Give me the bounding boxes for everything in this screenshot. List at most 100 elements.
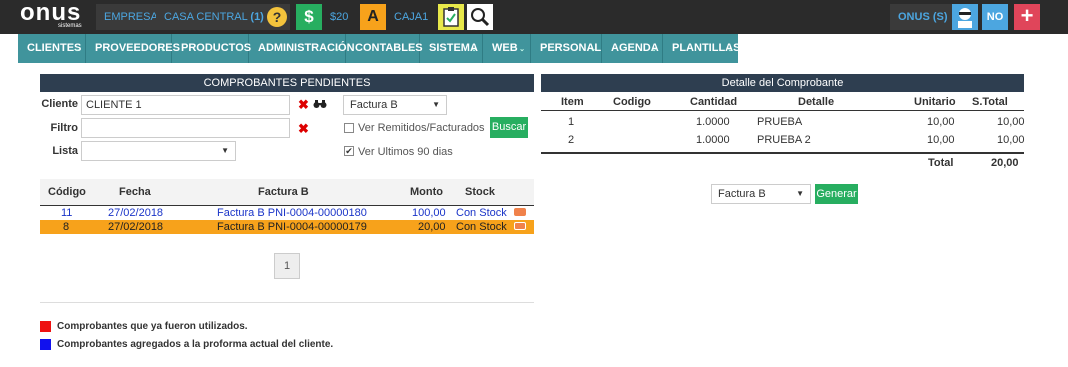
help-icon: ? <box>267 7 287 27</box>
avatar[interactable] <box>952 4 978 30</box>
comment-icon[interactable] <box>514 222 526 230</box>
legend-red-swatch <box>40 321 51 332</box>
nav-web[interactable]: WEB ⌄ <box>483 34 531 63</box>
col-stotal: S.Total <box>972 96 1008 108</box>
col-unitario: Unitario <box>914 96 956 108</box>
nav-plantillas[interactable]: PLANTILLAS ⌄ <box>663 34 740 63</box>
ver-remitidos-checkbox[interactable] <box>344 123 354 133</box>
top-bar: onus sistemas EMPRESA CASA CENTRAL (1) ?… <box>0 0 1068 34</box>
generar-button[interactable]: Generar <box>815 184 858 204</box>
plus-icon: + <box>1020 3 1034 28</box>
nav-administracion[interactable]: ADMINISTRACIÓN ⌄ <box>249 34 355 63</box>
nav-productos[interactable]: PRODUCTOS ⌄ <box>172 34 251 63</box>
logo-sub: sistemas <box>58 23 82 29</box>
chevron-down-icon: ⌄ <box>471 46 477 53</box>
nav-sistema[interactable]: SISTEMA ⌄ <box>420 34 483 63</box>
buscar-button[interactable]: Buscar <box>490 117 528 138</box>
detail-stotal: 10,00 <box>997 116 1025 128</box>
clipboard-button[interactable] <box>438 4 464 30</box>
clipboard-icon <box>443 7 459 27</box>
detail-detalle: PRUEBA 2 <box>757 134 811 146</box>
legend-blue-swatch <box>40 339 51 350</box>
casa-central-button[interactable]: CASA CENTRAL (1) <box>156 4 272 30</box>
dollar-button[interactable]: $ <box>296 4 322 30</box>
cliente-label: Cliente <box>41 98 78 110</box>
clear-filtro-icon[interactable]: ✖ <box>298 121 309 137</box>
legend-added: Comprobantes agregados a la proforma act… <box>57 339 334 350</box>
ver-ultimos-checkbox[interactable]: ✔ <box>344 146 354 156</box>
caret-down-icon: ▼ <box>432 100 440 109</box>
chevron-down-icon: ⌄ <box>237 46 243 53</box>
detail-row: 2 1.0000 PRUEBA 2 10,00 10,00 <box>541 133 1025 147</box>
no-button[interactable]: NO <box>982 4 1008 30</box>
generar-tipo-select[interactable]: Factura B ▼ <box>711 184 811 204</box>
pending-panel-title: COMPROBANTES PENDIENTES <box>40 74 534 92</box>
filtro-input[interactable] <box>81 118 290 138</box>
lista-label: Lista <box>52 145 78 157</box>
chevron-down-icon: ⌄ <box>334 46 340 53</box>
row-factura: Factura B PNI-0004-00000179 <box>217 221 367 233</box>
nav-label: WEB <box>492 42 518 54</box>
detail-item: 1 <box>568 116 575 128</box>
detail-row: 1 1.0000 PRUEBA 10,00 10,00 <box>541 115 1025 129</box>
table-row[interactable]: 11 27/02/2018 Factura B PNI-0004-0000018… <box>40 206 534 220</box>
add-button[interactable]: + <box>1014 4 1040 30</box>
col-factura: Factura B <box>258 186 309 198</box>
nav-label: ADMINISTRACIÓN <box>258 42 355 54</box>
nav-personal[interactable]: PERSONAL ⌄ <box>531 34 602 63</box>
row-fecha: 27/02/2018 <box>108 207 164 219</box>
row-stock: Con Stock <box>456 207 507 219</box>
lista-select[interactable]: ▼ <box>81 141 236 161</box>
legend-used: Comprobantes que ya fueron utilizados. <box>57 321 248 332</box>
cliente-input[interactable]: CLIENTE 1 <box>81 95 290 115</box>
chevron-down-icon: ⌄ <box>727 46 733 53</box>
row-codigo: 11 <box>61 207 73 219</box>
onus-logo[interactable]: onus sistemas <box>20 0 88 32</box>
clear-cliente-icon[interactable]: ✖ <box>298 97 309 113</box>
nav-agenda[interactable]: AGENDA ⌄ <box>602 34 663 63</box>
nav-label: PROVEEDORES <box>95 42 180 54</box>
casa-count: (1) <box>250 11 264 23</box>
table-row-selected[interactable]: 8 27/02/2018 Factura B PNI-0004-00000179… <box>40 220 534 234</box>
caja-button[interactable]: CAJA1 <box>388 4 435 30</box>
comment-icon[interactable] <box>514 208 526 216</box>
row-fecha: 27/02/2018 <box>108 221 164 233</box>
nav-clientes[interactable]: CLIENTES ⌄ <box>18 34 86 63</box>
detail-unitario: 10,00 <box>927 134 955 146</box>
detail-cantidad: 1.0000 <box>696 134 730 146</box>
search-button[interactable] <box>467 4 493 30</box>
pagination-page-1[interactable]: 1 <box>274 253 300 279</box>
a-icon: A <box>367 8 379 25</box>
chevron-down-icon: ⌄ <box>519 46 525 53</box>
a-button[interactable]: A <box>360 4 386 30</box>
divider <box>541 110 1024 111</box>
empresa-label: EMPRESA <box>104 11 158 23</box>
nav-contables[interactable]: CONTABLES ⌄ <box>346 34 423 63</box>
amount-display: $20 <box>324 4 355 30</box>
chevron-down-icon: ⌄ <box>651 46 657 53</box>
user-button[interactable]: ONUS (S) <box>890 4 956 30</box>
detail-stotal: 10,00 <box>997 134 1025 146</box>
dollar-icon: $ <box>304 7 314 26</box>
binoculars-icon[interactable] <box>313 99 327 109</box>
chevron-down-icon: ⌄ <box>160 46 166 53</box>
total-label: Total <box>928 157 954 169</box>
amount-value: $20 <box>330 11 349 23</box>
caret-down-icon: ▼ <box>796 189 804 198</box>
detail-item: 2 <box>568 134 575 146</box>
chevron-down-icon: ⌄ <box>408 46 414 53</box>
row-stock: Con Stock <box>456 221 507 233</box>
nav-proveedores[interactable]: PROVEEDORES ⌄ <box>86 34 180 63</box>
row-monto: 100,00 <box>412 207 446 219</box>
help-button[interactable]: ? <box>264 4 290 30</box>
no-label: NO <box>986 11 1004 23</box>
col-cantidad: Cantidad <box>690 96 738 108</box>
detail-detalle: PRUEBA <box>757 116 803 128</box>
col-monto: Monto <box>410 186 443 198</box>
ver-ultimos-label: Ver Ultimos 90 dias <box>358 146 453 158</box>
generar-select-value: Factura B <box>718 188 766 200</box>
ver-remitidos-label: Ver Remitidos/Facturados <box>358 122 485 134</box>
user-label: ONUS (S) <box>898 11 948 23</box>
tipo-select[interactable]: Factura B ▼ <box>343 95 447 115</box>
row-factura: Factura B PNI-0004-00000180 <box>217 207 367 219</box>
